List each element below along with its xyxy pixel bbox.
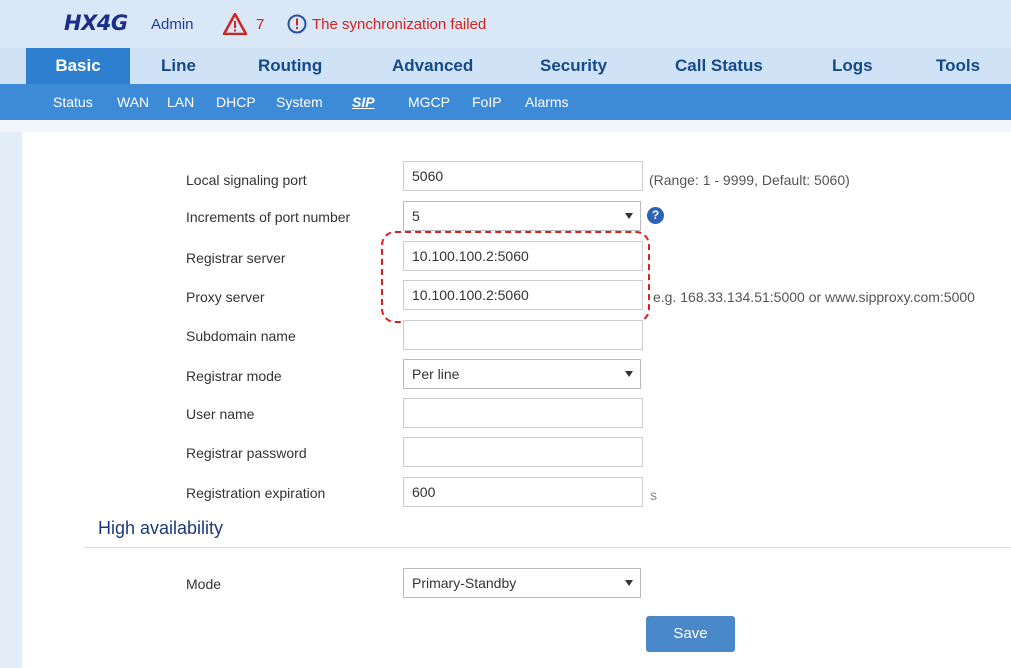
subnav-dhcp[interactable]: DHCP bbox=[216, 84, 256, 120]
alarm-count[interactable]: 7 bbox=[256, 16, 264, 33]
subnav-lan[interactable]: LAN bbox=[167, 84, 194, 120]
section-divider bbox=[84, 547, 1011, 548]
mode-label: Mode bbox=[186, 576, 222, 592]
registrar-mode-value: Per line bbox=[412, 366, 460, 382]
port-increment-label: Increments of port number bbox=[186, 209, 351, 225]
sub-navigation: Status WAN LAN DHCP System SIP MGCP FoIP… bbox=[0, 84, 1011, 120]
user-name-label: User name bbox=[186, 406, 255, 422]
port-increment-select[interactable]: 5 bbox=[403, 201, 641, 231]
subdomain-label: Subdomain name bbox=[186, 328, 296, 344]
chevron-down-icon bbox=[625, 371, 633, 377]
tab-routing[interactable]: Routing bbox=[258, 48, 322, 84]
local-port-input[interactable]: 5060 bbox=[403, 161, 643, 191]
registrar-password-input[interactable] bbox=[403, 437, 643, 467]
subnav-status[interactable]: Status bbox=[53, 84, 93, 120]
warning-icon[interactable] bbox=[223, 13, 247, 35]
chevron-down-icon bbox=[625, 213, 633, 219]
proxy-server-label: Proxy server bbox=[186, 289, 265, 305]
mode-value: Primary-Standby bbox=[412, 575, 517, 591]
tab-basic[interactable]: Basic bbox=[26, 48, 130, 84]
registrar-password-label: Registrar password bbox=[186, 445, 307, 461]
registrar-server-label: Registrar server bbox=[186, 250, 286, 266]
proxy-server-hint: e.g. 168.33.134.51:5000 or www.sipproxy.… bbox=[653, 289, 975, 305]
subdomain-input[interactable] bbox=[403, 320, 643, 350]
seconds-unit: s bbox=[650, 487, 657, 503]
subnav-foip[interactable]: FoIP bbox=[472, 84, 502, 120]
save-button[interactable]: Save bbox=[646, 616, 735, 652]
chevron-down-icon bbox=[625, 580, 633, 586]
tab-logs[interactable]: Logs bbox=[832, 48, 873, 84]
user-name-input[interactable] bbox=[403, 398, 643, 428]
registrar-mode-label: Registrar mode bbox=[186, 368, 282, 384]
local-port-label: Local signaling port bbox=[186, 172, 307, 188]
subnav-wan[interactable]: WAN bbox=[117, 84, 149, 120]
port-increment-value: 5 bbox=[412, 208, 420, 224]
sync-status-message[interactable]: The synchronization failed bbox=[312, 16, 486, 33]
tab-call-status[interactable]: Call Status bbox=[675, 48, 763, 84]
registration-expiration-label: Registration expiration bbox=[186, 485, 326, 501]
proxy-server-input[interactable]: 10.100.100.2:5060 bbox=[403, 280, 643, 310]
sync-failed-icon bbox=[287, 14, 307, 34]
content-gap bbox=[0, 120, 1011, 132]
tab-security[interactable]: Security bbox=[540, 48, 607, 84]
subnav-system[interactable]: System bbox=[276, 84, 323, 120]
left-strip bbox=[0, 132, 22, 668]
main-tabs: Basic Line Routing Advanced Security Cal… bbox=[0, 48, 1011, 84]
registration-expiration-input[interactable]: 600 bbox=[403, 477, 643, 507]
mode-select[interactable]: Primary-Standby bbox=[403, 568, 641, 598]
top-header: HX4G Admin 7 The synchronization failed bbox=[0, 0, 1011, 48]
user-name[interactable]: Admin bbox=[151, 16, 194, 33]
tab-line[interactable]: Line bbox=[161, 48, 196, 84]
brand-logo: HX4G bbox=[64, 11, 128, 35]
registrar-mode-select[interactable]: Per line bbox=[403, 359, 641, 389]
subnav-mgcp[interactable]: MGCP bbox=[408, 84, 450, 120]
help-icon[interactable]: ? bbox=[647, 207, 664, 224]
local-port-hint: (Range: 1 - 9999, Default: 5060) bbox=[649, 172, 850, 188]
registrar-server-input[interactable]: 10.100.100.2:5060 bbox=[403, 241, 643, 271]
section-title-high-availability: High availability bbox=[98, 518, 224, 538]
subnav-alarms[interactable]: Alarms bbox=[525, 84, 569, 120]
tab-advanced[interactable]: Advanced bbox=[392, 48, 473, 84]
tab-tools[interactable]: Tools bbox=[936, 48, 980, 84]
subnav-sip[interactable]: SIP bbox=[352, 84, 375, 120]
